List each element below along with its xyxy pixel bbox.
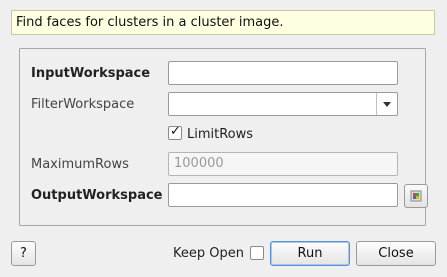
keep-open-checkbox[interactable] [250,246,264,260]
workspace-browse-button[interactable] [404,184,428,208]
checkmark-icon: ✓ [170,124,181,139]
close-button[interactable]: Close [356,241,436,266]
chevron-down-icon[interactable] [376,93,397,115]
help-button[interactable]: ? [11,241,36,266]
maximum-rows-label: MaximumRows [31,157,129,172]
input-workspace-label: InputWorkspace [31,66,151,81]
algorithm-description: Find faces for clusters in a cluster ima… [11,10,435,35]
workspace-browse-icon [410,190,422,202]
output-workspace-label: OutputWorkspace [31,188,163,203]
filter-workspace-combobox[interactable] [168,92,398,116]
filter-workspace-label: FilterWorkspace [31,97,135,112]
maximum-rows-field[interactable]: 100000 [168,152,398,176]
limit-rows-label: LimitRows [187,127,254,142]
keep-open-label: Keep Open [173,246,244,261]
limit-rows-checkbox[interactable]: ✓ [168,124,182,140]
output-workspace-field[interactable] [168,183,398,207]
run-button[interactable]: Run [270,241,350,266]
input-workspace-field[interactable] [168,61,398,85]
